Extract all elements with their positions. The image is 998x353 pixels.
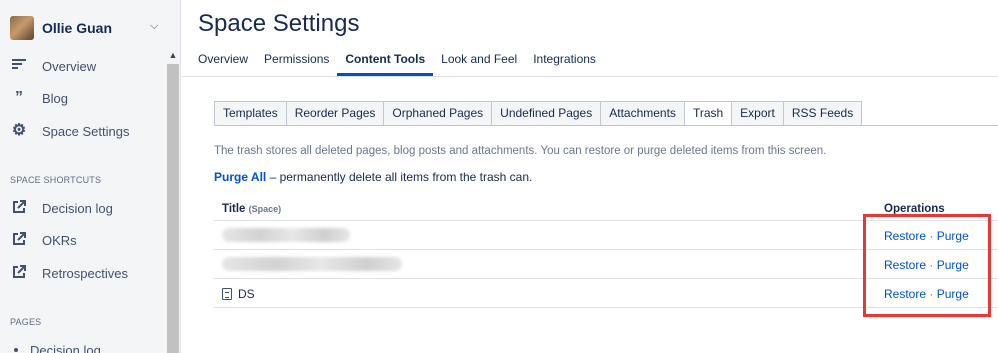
- row-title: DS: [238, 287, 255, 301]
- chevron-down-icon[interactable]: ⌵: [150, 20, 158, 33]
- subtab-attachments[interactable]: Attachments: [600, 101, 684, 126]
- trash-description: The trash stores all deleted pages, blog…: [214, 145, 827, 157]
- subtab-orphaned-pages[interactable]: Orphaned Pages: [383, 101, 492, 126]
- tab-integrations[interactable]: Integrations: [533, 50, 604, 76]
- tabs-divider: [182, 76, 998, 77]
- external-link-icon: [10, 264, 28, 282]
- subtabs-divider: [214, 125, 998, 126]
- tab-overview[interactable]: Overview: [198, 50, 256, 76]
- redacted-title: [222, 228, 350, 242]
- external-link-icon: [10, 199, 28, 217]
- page-tree-item[interactable]: Decision log: [30, 343, 101, 353]
- redacted-title: [222, 257, 402, 271]
- sidebar-item-blog[interactable]: ” Blog: [0, 83, 166, 113]
- purge-all-description: – permanently delete all items from the …: [266, 170, 533, 184]
- main-content: Space Settings Overview Permissions Cont…: [182, 0, 998, 353]
- pages-heading: PAGES: [10, 317, 42, 327]
- sidebar-item-label: Blog: [42, 91, 69, 106]
- avatar: [10, 16, 34, 40]
- subtab-templates[interactable]: Templates: [214, 101, 286, 126]
- tab-permissions[interactable]: Permissions: [264, 50, 337, 76]
- space-shortcuts-heading: SPACE SHORTCUTS: [10, 175, 102, 185]
- column-title-sub: (Space): [248, 204, 282, 214]
- bullet-icon: [14, 348, 18, 352]
- scrollbar-thumb[interactable]: [167, 64, 179, 353]
- user-menu[interactable]: Ollie Guan ⌵: [0, 0, 180, 50]
- purge-all-link[interactable]: Purge All: [214, 170, 266, 184]
- column-header-title: Title (Space): [222, 203, 281, 215]
- sidebar-shortcut-retrospectives[interactable]: Retrospectives: [0, 258, 166, 288]
- page-icon: [222, 288, 232, 300]
- gear-icon: ⚙: [11, 122, 27, 139]
- sidebar-item-label: Space Settings: [42, 124, 130, 139]
- subtab-trash[interactable]: Trash: [683, 101, 732, 126]
- subtab-reorder-pages[interactable]: Reorder Pages: [285, 101, 384, 126]
- subtab-export[interactable]: Export: [731, 101, 783, 126]
- column-title-label: Title: [222, 203, 246, 215]
- purge-all-line: Purge All – permanently delete all items…: [214, 170, 532, 184]
- sidebar-item-label: Retrospectives: [42, 266, 128, 281]
- scroll-up-arrow-icon[interactable]: ▲: [168, 50, 178, 60]
- sidebar-item-overview[interactable]: Overview: [0, 51, 166, 81]
- lines-icon: [10, 57, 28, 75]
- quote-icon: ”: [15, 89, 23, 106]
- tab-content-tools[interactable]: Content Tools: [337, 50, 434, 76]
- content-tools-tabs: Templates Reorder Pages Orphaned Pages U…: [214, 101, 863, 126]
- tab-look-and-feel[interactable]: Look and Feel: [441, 50, 525, 76]
- highlight-box: [863, 214, 991, 317]
- sidebar-item-label: Decision log: [42, 201, 113, 216]
- sidebar-shortcut-decision-log[interactable]: Decision log: [0, 193, 166, 223]
- page-title: Space Settings: [198, 10, 360, 37]
- sidebar-shortcut-okrs[interactable]: OKRs: [0, 225, 166, 255]
- subtab-rss-feeds[interactable]: RSS Feeds: [782, 101, 863, 126]
- subtab-undefined-pages[interactable]: Undefined Pages: [491, 101, 601, 126]
- top-tabs: Overview Permissions Content Tools Look …: [198, 50, 612, 76]
- external-link-icon: [10, 231, 28, 249]
- sidebar: Ollie Guan ⌵ Overview ” Blog ⚙ Space Set…: [0, 0, 181, 353]
- sidebar-item-space-settings[interactable]: ⚙ Space Settings: [0, 116, 166, 146]
- user-name: Ollie Guan: [42, 20, 113, 36]
- sidebar-item-label: Overview: [42, 59, 97, 74]
- sidebar-item-label: OKRs: [42, 233, 77, 248]
